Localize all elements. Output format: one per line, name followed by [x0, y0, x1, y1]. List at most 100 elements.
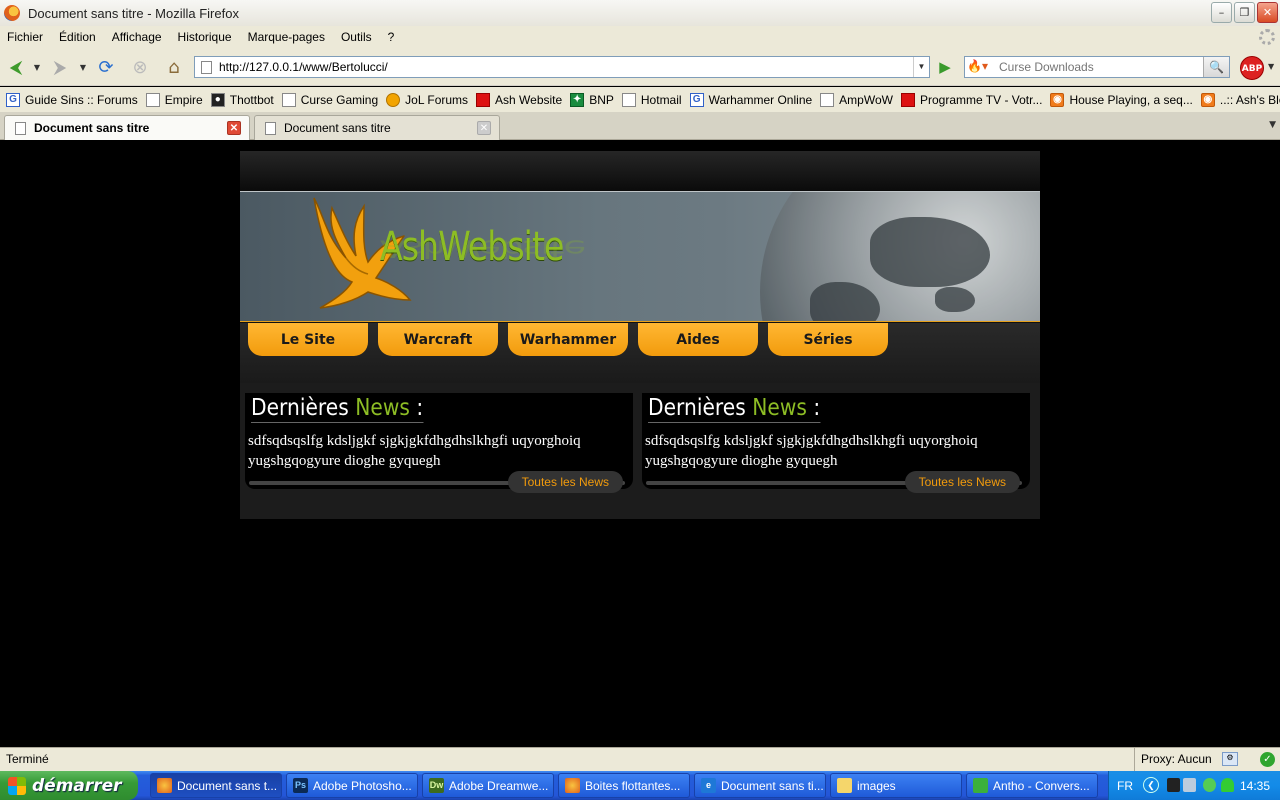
news-heading: Dernières News : — [251, 395, 424, 423]
volume-icon[interactable] — [1183, 778, 1196, 792]
close-button[interactable]: ✕ — [1257, 2, 1278, 23]
bnp-icon: ✦ — [570, 92, 585, 107]
menu-marque-pages[interactable]: Marque-pages — [248, 30, 325, 44]
bookmark-label: Empire — [164, 92, 203, 107]
reload-icon[interactable]: ⟳ — [94, 56, 118, 78]
page-icon — [145, 92, 160, 107]
task-dreamweaver[interactable]: Dw Adobe Dreamwe... — [422, 773, 554, 798]
search-engine-icon[interactable]: 🔥▾ — [967, 59, 995, 75]
close-tab-icon[interactable]: ✕ — [227, 121, 241, 135]
menu-outils[interactable]: Outils — [341, 30, 372, 44]
nav-series[interactable]: Séries — [768, 323, 888, 356]
forward-arrow-icon[interactable]: ⮞ — [48, 56, 72, 78]
start-button[interactable]: démarrer — [0, 771, 138, 800]
task-internet-explorer[interactable]: e Document sans ti... — [694, 773, 826, 798]
ash-website-icon — [476, 92, 491, 107]
status-text: Terminé — [6, 752, 49, 766]
tab-document-2[interactable]: Document sans titre ✕ — [254, 115, 500, 140]
nav-warhammer[interactable]: Warhammer — [508, 323, 628, 356]
task-photoshop[interactable]: Ps Adobe Photosho... — [286, 773, 418, 798]
bookmark-thottbot[interactable]: ● Thottbot — [210, 92, 274, 107]
msn-tray-icon[interactable] — [1203, 778, 1216, 792]
bookmark-ash-website[interactable]: Ash Website — [476, 92, 562, 107]
menu-historique[interactable]: Historique — [178, 30, 232, 44]
google-icon: G — [6, 92, 20, 107]
start-label: démarrer — [32, 775, 122, 796]
page-icon — [820, 92, 835, 107]
adblock-dropdown-icon[interactable]: ▼ — [1268, 62, 1274, 71]
site-banner: AshWebsite AshWebsite — [240, 192, 1040, 322]
globe-image — [760, 192, 1040, 321]
task-firefox-document[interactable]: Document sans t... — [150, 773, 282, 798]
page-icon — [265, 121, 276, 135]
page-content: AshWebsite AshWebsite Le Site Warcraft W… — [0, 141, 1280, 747]
bookmark-label: Guide Sins :: Forums — [25, 92, 138, 107]
news-heading-suffix: : — [409, 395, 424, 421]
news-section: Dernières News : sdfsqdsqslfg kdsljgkf s… — [240, 383, 1040, 519]
menu-help[interactable]: ? — [388, 30, 395, 44]
bookmark-guide-sins[interactable]: G Guide Sins :: Forums — [6, 92, 138, 107]
menu-fichier[interactable]: Fichier — [7, 30, 43, 44]
all-news-link[interactable]: Toutes les News — [904, 471, 1020, 493]
adblock-icon[interactable]: ABP — [1240, 56, 1264, 80]
system-clock[interactable]: 14:35 — [1240, 779, 1270, 793]
minimize-button[interactable]: – — [1211, 2, 1232, 23]
bookmark-ash-blog-rss[interactable]: ◉ ..:: Ash's Blog - RSS ::... — [1200, 92, 1280, 107]
msn-messenger-icon — [973, 778, 988, 793]
search-magnifier-icon[interactable]: 🔍 — [1203, 57, 1229, 77]
bookmark-curse-gaming[interactable]: Curse Gaming — [281, 92, 379, 107]
rss-icon: ◉ — [1050, 92, 1065, 107]
forward-dropdown-icon[interactable]: ▼ — [78, 56, 88, 78]
bookmark-label: Curse Gaming — [300, 92, 379, 107]
bookmark-ampwow[interactable]: AmpWoW — [820, 92, 893, 107]
bookmark-label: Hotmail — [640, 92, 682, 107]
site-top-bar — [240, 151, 1040, 192]
bookmark-label: Warhammer Online — [708, 92, 813, 107]
bookmark-label: House Playing, a seq... — [1069, 92, 1193, 107]
nav-le-site[interactable]: Le Site — [248, 323, 368, 356]
home-icon[interactable]: ⌂ — [162, 56, 186, 78]
tab-list-dropdown-icon[interactable]: ▼ — [1269, 120, 1276, 130]
firefox-icon — [157, 778, 172, 793]
show-hidden-icons-icon[interactable]: ❮ — [1143, 777, 1159, 793]
bookmark-bnp[interactable]: ✦ BNP — [570, 92, 614, 107]
task-images-folder[interactable]: images — [830, 773, 962, 798]
page-icon — [621, 92, 636, 107]
close-tab-icon[interactable]: ✕ — [477, 121, 491, 135]
menu-edition[interactable]: Édition — [59, 30, 96, 44]
task-label: Boites flottantes... — [585, 778, 681, 793]
all-news-link[interactable]: Toutes les News — [507, 471, 623, 493]
proxy-switch-icon[interactable]: ⚙ — [1222, 752, 1238, 766]
search-bar[interactable]: 🔥▾ 🔍 — [964, 56, 1230, 78]
system-tray: FR ❮ 14:35 — [1108, 771, 1280, 800]
wifi-icon[interactable] — [1221, 778, 1234, 792]
maximize-button[interactable]: ❐ — [1234, 2, 1255, 23]
bookmark-empire[interactable]: Empire — [145, 92, 203, 107]
menu-affichage[interactable]: Affichage — [112, 30, 162, 44]
tray-app-icon[interactable] — [1167, 778, 1180, 792]
tab-document-1[interactable]: Document sans titre ✕ — [4, 115, 250, 140]
task-msn-conversation[interactable]: Antho - Convers... — [966, 773, 1098, 798]
status-bar: Terminé Proxy: Aucun ⚙ ✓ — [0, 747, 1280, 771]
window-controls: – ❐ ✕ — [1211, 2, 1278, 23]
news-body: sdfsqdsqslfg kdsljgkf sjgkjgkfdhgdhslkhg… — [248, 433, 581, 469]
throbber-icon — [1259, 29, 1275, 45]
bookmark-hotmail[interactable]: Hotmail — [621, 92, 682, 107]
go-arrow-icon[interactable]: ▶ — [934, 57, 956, 77]
bookmark-warhammer-online[interactable]: G Warhammer Online — [689, 92, 813, 107]
bookmark-jol-forums[interactable]: JoL Forums — [386, 92, 468, 107]
url-bar[interactable]: http://127.0.0.1/www/Bertolucci/ ▼ — [194, 56, 930, 78]
url-dropdown-icon[interactable]: ▼ — [913, 57, 929, 77]
back-arrow-icon[interactable]: ⮜ — [4, 56, 28, 78]
language-indicator[interactable]: FR — [1117, 779, 1133, 793]
proxy-status[interactable]: Proxy: Aucun — [1134, 748, 1212, 771]
nav-aides[interactable]: Aides — [638, 323, 758, 356]
bookmark-programme-tv[interactable]: Programme TV - Votr... — [900, 92, 1042, 107]
stop-icon[interactable]: ⊗ — [128, 56, 152, 78]
photoshop-icon: Ps — [293, 778, 308, 793]
bookmark-house-playing[interactable]: ◉ House Playing, a seq... — [1050, 92, 1193, 107]
nav-warcraft[interactable]: Warcraft — [378, 323, 498, 356]
task-boites-flottantes[interactable]: Boites flottantes... — [558, 773, 690, 798]
search-input[interactable] — [999, 57, 1199, 77]
back-dropdown-icon[interactable]: ▼ — [32, 56, 42, 78]
